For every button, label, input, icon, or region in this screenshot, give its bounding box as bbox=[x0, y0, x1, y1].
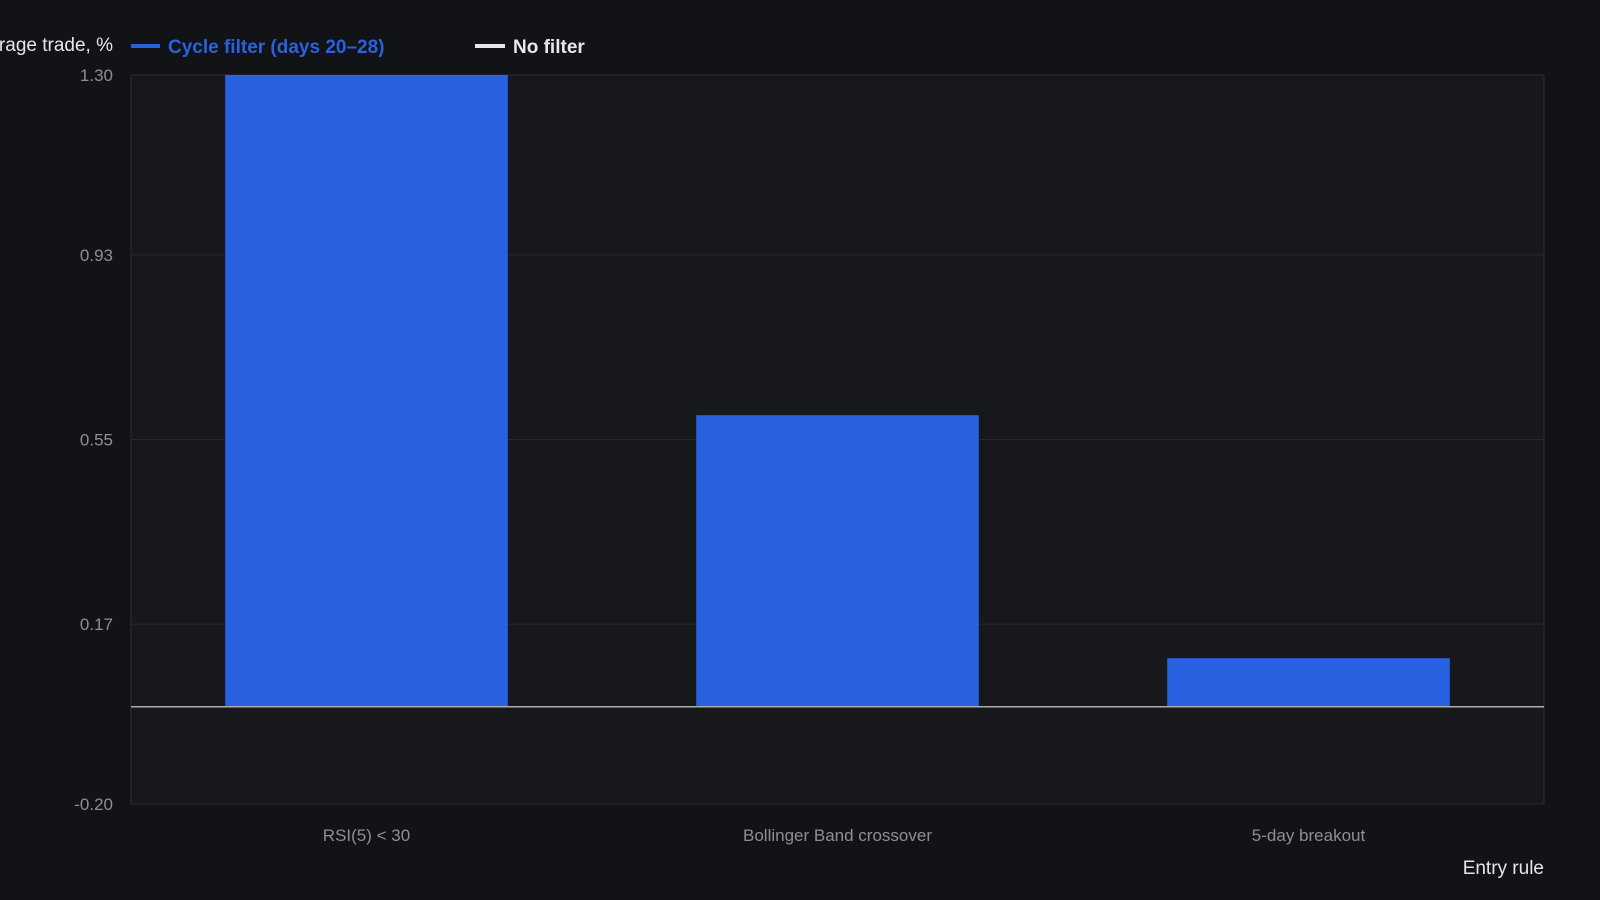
y-ticks: 1.30 0.93 0.55 0.17 -0.20 bbox=[74, 66, 113, 814]
x-axis-label: Entry rule bbox=[1463, 858, 1544, 879]
legend-item-no-filter[interactable]: No filter bbox=[475, 37, 585, 58]
x-categories: RSI(5) < 30 Bollinger Band crossover 5-day… bbox=[323, 826, 1366, 845]
bar[interactable] bbox=[225, 75, 508, 707]
bar[interactable] bbox=[1167, 658, 1450, 707]
bar[interactable] bbox=[696, 415, 979, 707]
legend-label-cycle-filter: Cycle filter (days 20–28) bbox=[168, 37, 385, 58]
legend-item-cycle-filter[interactable]: Cycle filter (days 20–28) bbox=[131, 37, 385, 58]
legend-label-no-filter: No filter bbox=[513, 37, 585, 58]
y-tick-label: 1.30 bbox=[80, 66, 113, 85]
chart-root: 1.30 0.93 0.55 0.17 -0.20 RSI(5) < 30 Bolling… bbox=[0, 0, 1600, 900]
x-category-label: 5-day breakout bbox=[1252, 826, 1366, 845]
legend: Cycle filter (days 20–28) No filter bbox=[131, 37, 585, 58]
x-category-label: RSI(5) < 30 bbox=[323, 826, 410, 845]
y-axis-label: Average trade, % bbox=[0, 35, 113, 56]
y-tick-label: -0.20 bbox=[74, 795, 113, 814]
y-tick-label: 0.93 bbox=[80, 246, 113, 265]
x-category-label: Bollinger Band crossover bbox=[743, 826, 932, 845]
y-tick-label: 0.17 bbox=[80, 615, 113, 634]
y-tick-label: 0.55 bbox=[80, 431, 113, 450]
bar-chart: 1.30 0.93 0.55 0.17 -0.20 RSI(5) < 30 Bolling… bbox=[0, 35, 1545, 879]
